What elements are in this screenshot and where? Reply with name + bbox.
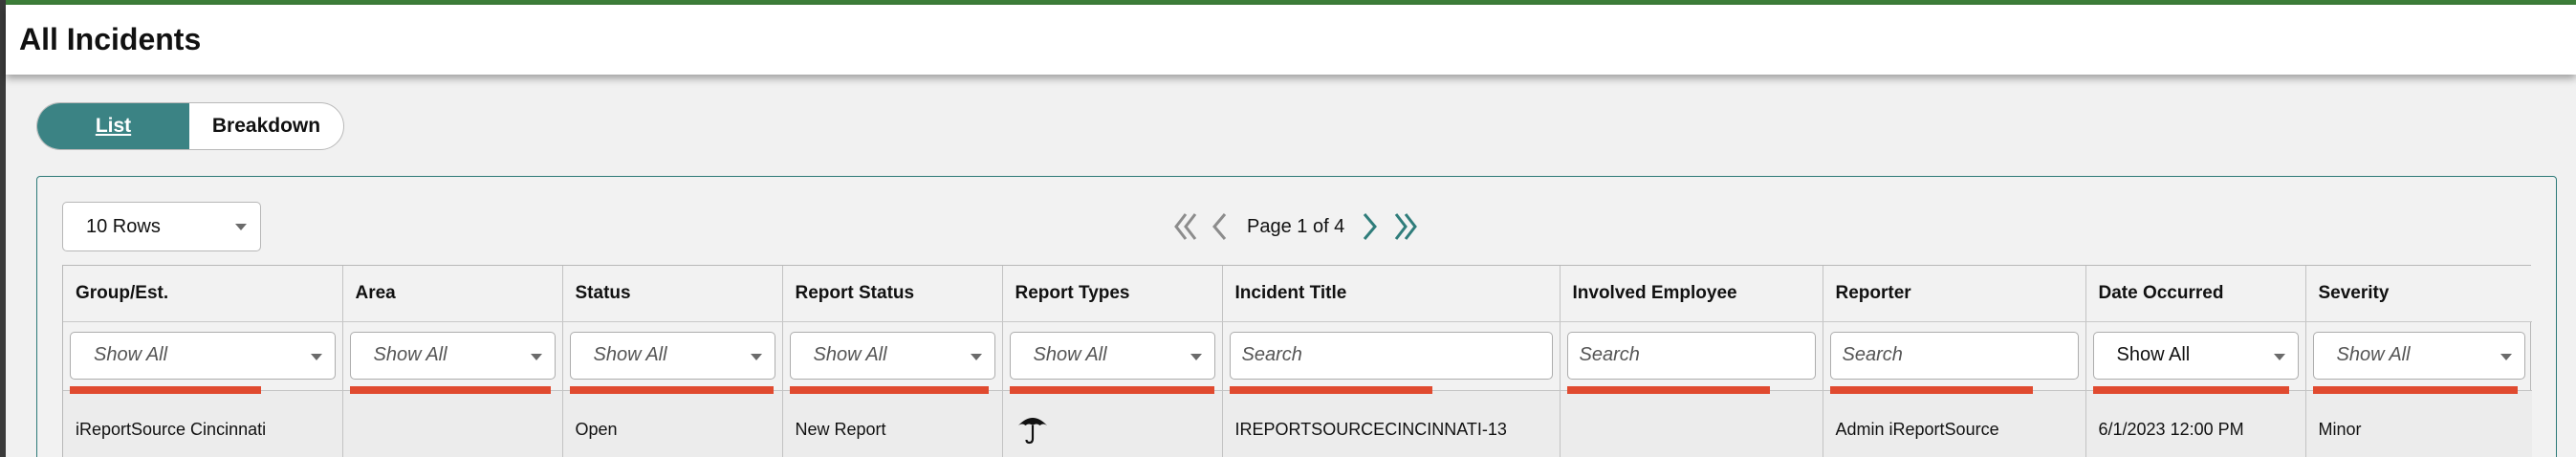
column-header-severity[interactable]: Severity	[2305, 266, 2532, 322]
chevron-down-icon	[530, 353, 542, 360]
chevron-down-icon	[2273, 353, 2285, 360]
cell-area	[342, 390, 563, 457]
filter-cell-area: Show All	[342, 321, 563, 394]
list-view-button[interactable]: List	[37, 103, 189, 149]
filter-cell-status: Show All	[562, 321, 783, 394]
filter-cell-incident-title: Search	[1222, 321, 1561, 394]
cell-severity: Minor	[2305, 390, 2532, 457]
column-header-area[interactable]: Area	[342, 266, 563, 322]
filter-value: Show All	[593, 344, 667, 365]
search-placeholder: Search	[1579, 344, 1640, 365]
filter-cell-severity: Show All	[2305, 321, 2532, 394]
filter-underline	[569, 385, 774, 394]
page-title: All Incidents	[19, 22, 202, 56]
filter-value: Show All	[373, 344, 448, 365]
column-header-date-occurred[interactable]: Date Occurred	[2085, 266, 2306, 322]
column-header-reporter[interactable]: Reporter	[1823, 266, 2086, 322]
pagination: Page 1 of 4	[1170, 206, 1421, 248]
column-header-status[interactable]: Status	[562, 266, 783, 322]
chevron-down-icon	[1190, 353, 1202, 360]
cell-incident-title[interactable]: IREPORTSOURCECINCINNATI-13	[1222, 390, 1561, 457]
filter-value: Show All	[2336, 344, 2411, 365]
incidents-panel: 10 Rows Page 1 of 4 Group/Est. Area Stat…	[36, 176, 2557, 457]
filter-underline	[2312, 385, 2518, 394]
incident-title-search-input[interactable]: Search	[1229, 331, 1553, 380]
filter-underline	[789, 385, 989, 394]
filter-underline	[2092, 385, 2289, 394]
report-types-filter-select[interactable]: Show All	[1009, 331, 1215, 380]
chevron-down-icon	[310, 353, 322, 360]
filter-underline	[70, 385, 261, 394]
filter-underline	[1229, 385, 1432, 394]
filter-cell-report-types: Show All	[1002, 321, 1223, 394]
report-status-filter-select[interactable]: Show All	[789, 331, 995, 380]
column-header-involved-employee[interactable]: Involved Employee	[1560, 266, 1823, 322]
incidents-table: Group/Est. Area Status Report Status Rep…	[62, 265, 2532, 457]
last-page-icon[interactable]	[1388, 210, 1421, 243]
cell-status: Open	[562, 390, 783, 457]
filter-value: Show All	[94, 344, 168, 365]
area-filter-select[interactable]: Show All	[349, 331, 556, 380]
view-toggle: List Breakdown	[36, 102, 344, 150]
chevron-down-icon	[970, 353, 982, 360]
cell-reporter: Admin iReportSource	[1823, 390, 2086, 457]
filter-cell-report-status: Show All	[782, 321, 1003, 394]
umbrella-icon	[1015, 417, 1050, 448]
filter-value: Show All	[1033, 344, 1107, 365]
status-filter-select[interactable]: Show All	[569, 331, 775, 380]
column-header-incident-title[interactable]: Incident Title	[1222, 266, 1561, 322]
cell-date-occurred: 6/1/2023 12:00 PM	[2085, 390, 2306, 457]
filter-cell-reporter: Search	[1823, 321, 2086, 394]
filter-underline	[1009, 385, 1214, 394]
filter-underline	[1829, 385, 2033, 394]
page-indicator: Page 1 of 4	[1247, 215, 1345, 237]
first-page-icon[interactable]	[1170, 210, 1203, 243]
table-header-row: Group/Est. Area Status Report Status Rep…	[63, 266, 2532, 322]
search-placeholder: Search	[1842, 344, 1903, 365]
filter-value: Show All	[813, 344, 887, 365]
column-header-report-types[interactable]: Report Types	[1002, 266, 1223, 322]
filter-row: Show All Show All Show All Show All Show…	[63, 321, 2532, 394]
severity-filter-select[interactable]: Show All	[2312, 331, 2525, 380]
date-occurred-filter-select[interactable]: Show All	[2092, 331, 2299, 380]
column-header-report-status[interactable]: Report Status	[782, 266, 1003, 322]
chevron-down-icon	[2500, 353, 2512, 360]
next-page-icon[interactable]	[1360, 210, 1381, 243]
group-filter-select[interactable]: Show All	[70, 331, 336, 380]
app-page: All Incidents List Breakdown 10 Rows Pag…	[0, 0, 2576, 457]
involved-employee-search-input[interactable]: Search	[1566, 331, 1816, 380]
table-row[interactable]: iReportSource Cincinnati Open New Report	[63, 390, 2532, 457]
chevron-down-icon	[750, 353, 762, 360]
filter-cell-group: Show All	[63, 321, 343, 394]
filter-cell-date-occurred: Show All	[2085, 321, 2306, 394]
filter-underline	[349, 385, 551, 394]
search-placeholder: Search	[1241, 344, 1302, 365]
cell-involved-employee	[1560, 390, 1823, 457]
chevron-down-icon	[235, 224, 247, 230]
previous-page-icon[interactable]	[1209, 210, 1230, 243]
cell-group: iReportSource Cincinnati	[63, 390, 343, 457]
page-header: All Incidents	[6, 5, 2576, 75]
breakdown-view-button[interactable]: Breakdown	[189, 103, 343, 149]
rows-per-page-select[interactable]: 10 Rows	[62, 202, 261, 251]
filter-cell-involved-employee: Search	[1560, 321, 1823, 394]
column-header-group[interactable]: Group/Est.	[63, 266, 343, 322]
cell-report-status: New Report	[782, 390, 1003, 457]
filter-underline	[1566, 385, 1770, 394]
reporter-search-input[interactable]: Search	[1829, 331, 2079, 380]
rows-per-page-value: 10 Rows	[86, 215, 161, 237]
filter-value: Show All	[2116, 344, 2191, 365]
cell-report-types	[1002, 390, 1223, 457]
